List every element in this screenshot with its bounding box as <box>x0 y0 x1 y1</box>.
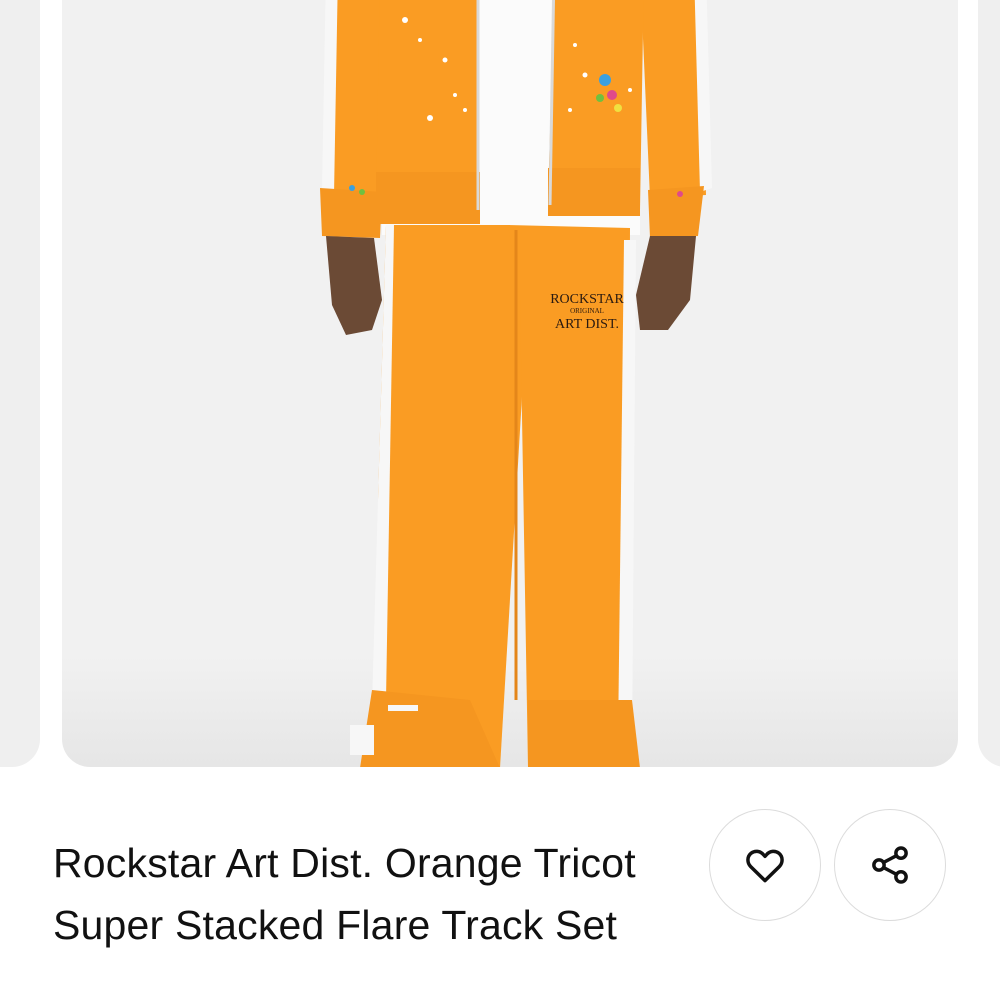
next-image-slide[interactable] <box>978 0 1000 767</box>
product-photo: ROCKSTAR ORIGINAL ART DIST. <box>320 0 712 767</box>
product-title: Rockstar Art Dist. Orange Tricot Super S… <box>53 840 636 948</box>
share-button[interactable] <box>834 809 946 921</box>
pants-left-leg <box>378 225 528 767</box>
share-icon <box>872 846 908 884</box>
current-image-slide[interactable]: ROCKSTAR ORIGINAL ART DIST. <box>62 0 958 767</box>
print-line1: ROCKSTAR <box>550 292 624 307</box>
print-line3: ART DIST. <box>555 317 619 332</box>
heart-icon <box>746 849 784 883</box>
product-page: ROCKSTAR ORIGINAL ART DIST. Rockstar Art… <box>0 0 1000 1000</box>
image-carousel[interactable]: ROCKSTAR ORIGINAL ART DIST. <box>0 0 1000 768</box>
previous-image-slide[interactable] <box>0 0 40 767</box>
left-hand <box>326 236 382 335</box>
like-button[interactable] <box>709 809 821 921</box>
right-hand <box>636 236 696 330</box>
print-line2: ORIGINAL <box>570 307 604 315</box>
